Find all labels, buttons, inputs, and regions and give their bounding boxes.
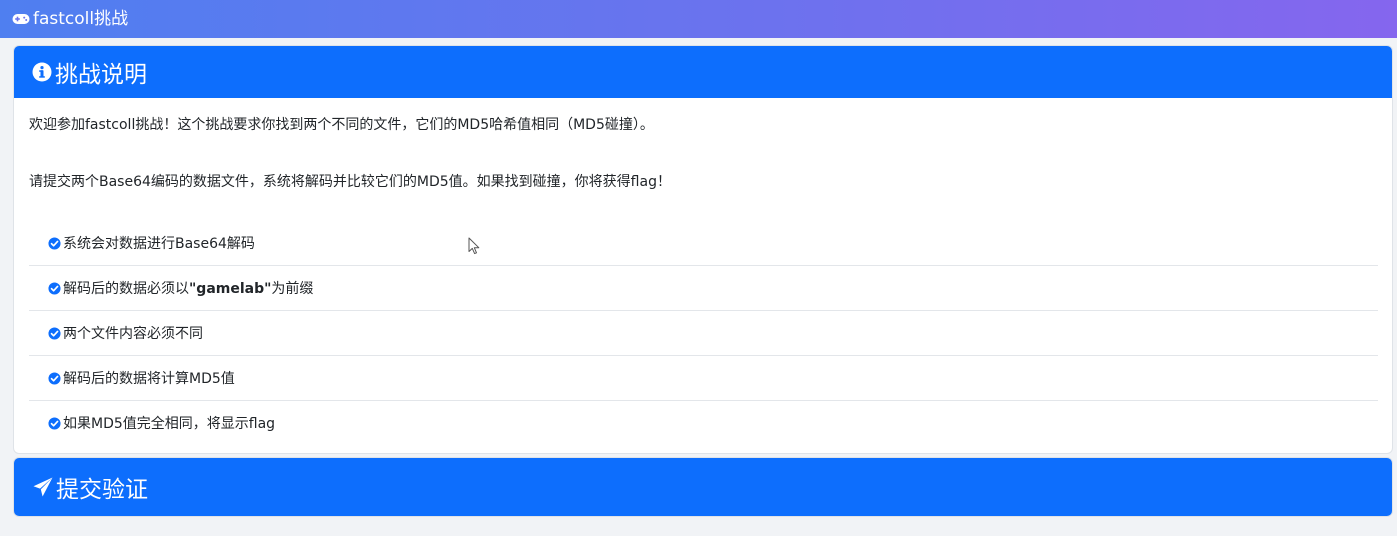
intro-paragraph: 欢迎参加fastcoll挑战！这个挑战要求你找到两个不同的文件，它们的MD5哈希… (29, 117, 654, 133)
list-item: 两个文件内容必须不同 (29, 311, 1378, 356)
submit-verification-title: 提交验证 (56, 477, 148, 503)
rules-list: 系统会对数据进行Base64解码 解码后的数据必须以"gamelab"为前缀 两… (29, 221, 1378, 445)
challenge-description-title: 挑战说明 (55, 62, 147, 88)
challenge-description-body: 欢迎参加fastcoll挑战！这个挑战要求你找到两个不同的文件，它们的MD5哈希… (14, 98, 1392, 453)
check-circle-icon (48, 371, 61, 385)
rule-text: 解码后的数据将计算MD5值 (63, 371, 235, 387)
paper-plane-icon (33, 477, 53, 497)
info-circle-icon (32, 62, 52, 82)
prefix-keyword: "gamelab" (189, 281, 272, 297)
check-circle-icon (48, 281, 61, 295)
submit-verification-header: 提交验证 (14, 458, 1392, 516)
rule-text: 系统会对数据进行Base64解码 (63, 236, 255, 252)
list-item: 如果MD5值完全相同，将显示flag (29, 401, 1378, 445)
gamepad-icon (12, 14, 30, 24)
rule-text: 两个文件内容必须不同 (63, 326, 203, 342)
challenge-description-card: 挑战说明 欢迎参加fastcoll挑战！这个挑战要求你找到两个不同的文件，它们的… (13, 45, 1393, 454)
check-circle-icon (48, 416, 61, 430)
submit-verification-card: 提交验证 (13, 457, 1393, 517)
check-circle-icon (48, 236, 61, 250)
rule-text: 如果MD5值完全相同，将显示flag (63, 416, 276, 432)
list-item: 解码后的数据必须以"gamelab"为前缀 (29, 266, 1378, 311)
navbar: fastcoll挑战 (0, 0, 1397, 38)
check-circle-icon (48, 326, 61, 340)
navbar-title[interactable]: fastcoll挑战 (33, 10, 128, 28)
challenge-description-header: 挑战说明 (14, 46, 1392, 98)
mouse-cursor-icon (468, 237, 480, 255)
list-item: 解码后的数据将计算MD5值 (29, 356, 1378, 401)
instructions-paragraph: 请提交两个Base64编码的数据文件，系统将解码并比较它们的MD5值。如果找到碰… (29, 174, 671, 190)
list-item: 系统会对数据进行Base64解码 (29, 221, 1378, 266)
rule-text: 解码后的数据必须以"gamelab"为前缀 (63, 281, 314, 297)
